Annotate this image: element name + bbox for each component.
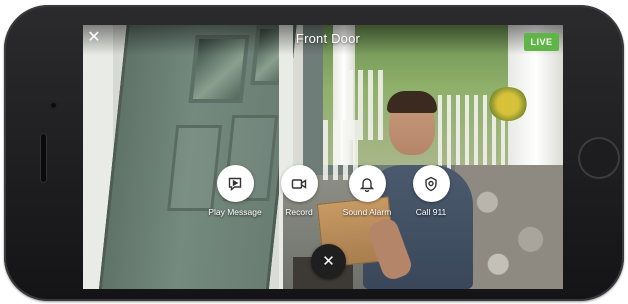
- call-911-label: Call 911: [415, 207, 447, 217]
- play-message-icon: [216, 165, 254, 202]
- home-button[interactable]: [578, 137, 620, 179]
- phone-frame: ✕ Front Door LIVE Play Message Record So…: [4, 5, 624, 301]
- live-video-screen: ✕ Front Door LIVE Play Message Record So…: [83, 25, 563, 289]
- front-door: [97, 25, 299, 289]
- visitor-hair: [387, 91, 437, 113]
- dismiss-button[interactable]: ✕: [311, 244, 346, 279]
- front-camera: [49, 101, 58, 110]
- police-badge-icon: [412, 165, 450, 202]
- flower-bush: [488, 87, 528, 121]
- call-911-button[interactable]: Call 911: [391, 165, 471, 217]
- live-badge: LIVE: [524, 33, 559, 51]
- video-camera-icon: [280, 165, 318, 202]
- earpiece-speaker: [40, 133, 47, 183]
- page-title: Front Door: [295, 31, 361, 46]
- bell-icon: [348, 165, 386, 202]
